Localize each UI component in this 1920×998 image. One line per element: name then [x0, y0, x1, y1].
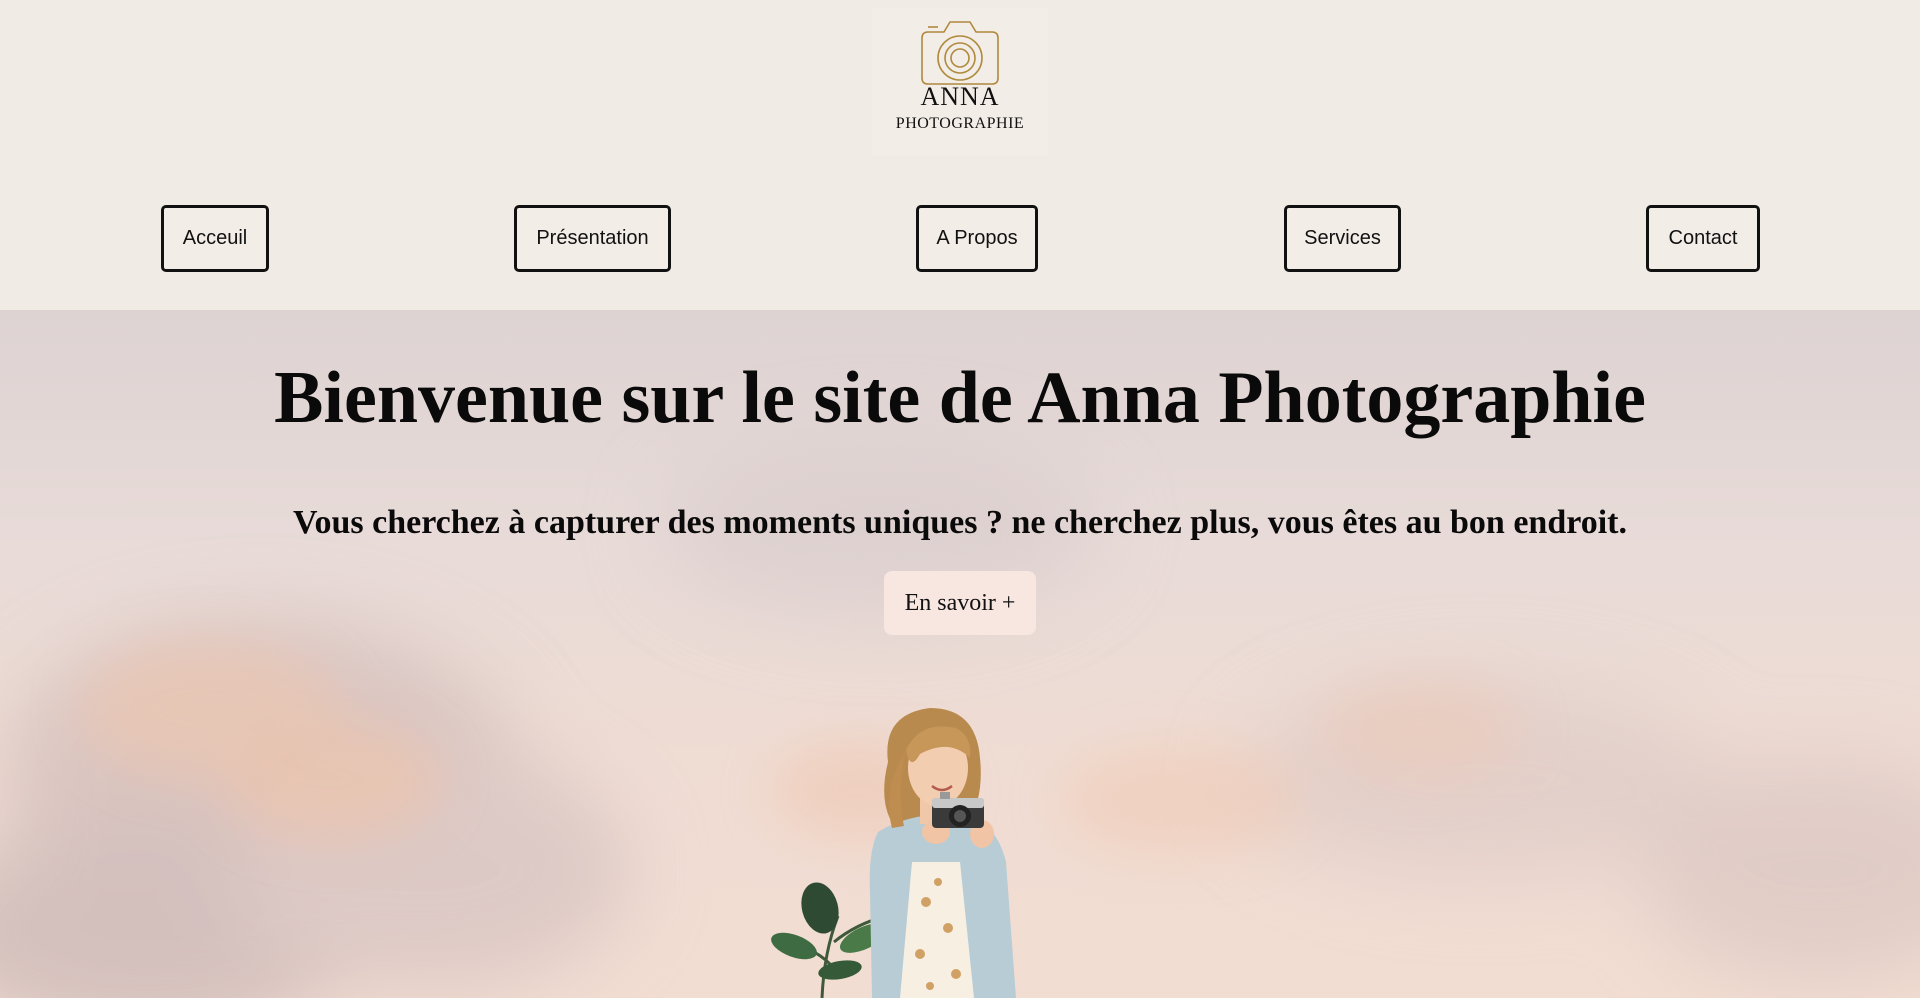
nav-item-services[interactable]: Services: [1284, 205, 1401, 272]
site-header: ANNA PHOTOGRAPHIE Acceuil Présentation A…: [0, 0, 1920, 310]
learn-more-button[interactable]: En savoir +: [884, 571, 1036, 635]
nav-item-presentation[interactable]: Présentation: [514, 205, 671, 272]
hero-section: Bienvenue sur le site de Anna Photograph…: [0, 310, 1920, 998]
nav-item-a-propos[interactable]: A Propos: [916, 205, 1038, 272]
woman-figure: [869, 708, 1016, 998]
hero-title: Bienvenue sur le site de Anna Photograph…: [274, 357, 1646, 439]
hero-subtitle: Vous cherchez à capturer des moments uni…: [293, 504, 1627, 541]
logo[interactable]: ANNA PHOTOGRAPHIE: [872, 8, 1048, 156]
nav-item-acceuil[interactable]: Acceuil: [161, 205, 269, 272]
nav-item-contact[interactable]: Contact: [1646, 205, 1760, 272]
logo-subtitle: PHOTOGRAPHIE: [895, 115, 1025, 132]
logo-name: ANNA: [920, 82, 1000, 111]
camera-icon: [921, 21, 999, 85]
photographer-image: [771, 708, 1016, 998]
